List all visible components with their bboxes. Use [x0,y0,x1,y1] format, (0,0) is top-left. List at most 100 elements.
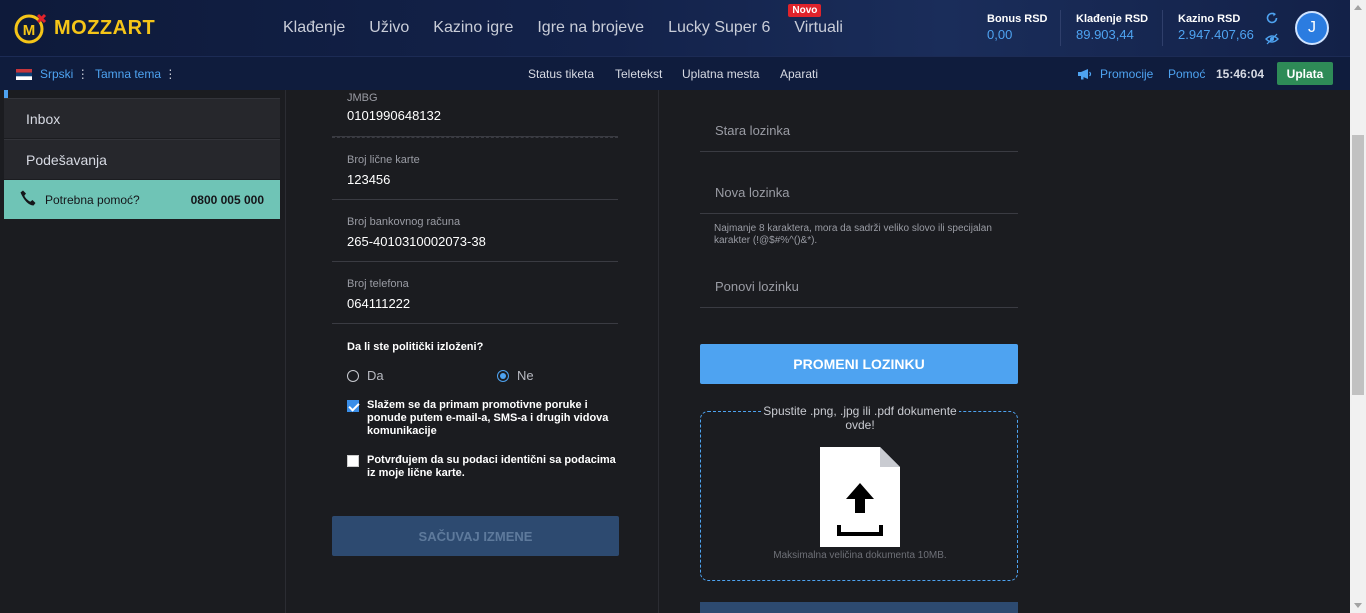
data-consent-row[interactable]: Potvrđujem da su podaci identični sa pod… [347,454,622,480]
scroll-thumb[interactable] [1352,135,1364,395]
nav-lucky-super-6[interactable]: Lucky Super 6 [668,19,770,37]
bonus-balance[interactable]: Bonus RSD 0,00 [987,13,1048,42]
data-consent-checkbox[interactable] [347,455,359,467]
link-teletekst[interactable]: Teletekst [615,67,662,81]
bank-account-field[interactable]: Broj bankovnog računa 265-4010310002073-… [332,216,618,262]
promotions-link[interactable]: Promocije [1100,67,1153,81]
logo-wordmark: MOZZART [54,16,156,39]
language-label: Srpski [40,67,74,81]
theme-label: Tamna tema [95,67,162,81]
radio-ne[interactable]: Ne [497,368,534,383]
svg-text:M: M [23,22,36,39]
upload-document-icon [820,447,900,552]
betting-balance-value: 89.903,44 [1076,27,1134,42]
account-sidebar: Inbox Podešavanja Potrebna pomoć? 0800 0… [0,90,285,613]
repeat-password-input[interactable] [700,279,1018,294]
promo-consent-checkbox[interactable] [347,400,359,412]
bank-account-value: 265-4010310002073-38 [347,234,486,249]
kebab-icon: ⋮ [76,67,89,81]
bank-account-label: Broj bankovnog računa [347,216,461,228]
nav-igre-na-brojeve[interactable]: Igre na brojeve [537,19,644,37]
link-status-tiketa[interactable]: Status tiketa [528,67,594,81]
language-selector[interactable]: Srpski ⋮ [40,67,89,81]
bonus-balance-value: 0,00 [987,27,1013,42]
phone-value: 064111222 [347,296,411,311]
dropzone-title: Spustite .png, .jpg ili .pdf dokumente o… [761,404,959,432]
link-uplatna-mesta[interactable]: Uplatna mesta [682,67,759,81]
casino-balance-label: Kazino RSD [1178,13,1241,25]
page-scrollbar[interactable] [1350,0,1366,613]
upload-button[interactable] [700,602,1018,613]
bonus-balance-label: Bonus RSD [987,13,1048,25]
eye-icon[interactable] [1265,32,1279,50]
data-consent-text: Potvrđujem da su podaci identični sa pod… [367,454,616,479]
deposit-button[interactable]: Uplata [1277,62,1333,85]
document-dropzone[interactable]: Spustite .png, .jpg ili .pdf dokumente o… [700,404,1018,581]
phone-field[interactable]: Broj telefona 064111222 [332,278,618,324]
help-label: Potrebna pomoć? [45,192,140,207]
phone-icon [19,189,37,210]
radio-ne-label: Ne [517,368,534,383]
id-card-label: Broj lične karte [347,154,420,166]
divider [1162,10,1163,46]
casino-balance[interactable]: Kazino RSD 2.947.407,66 [1178,13,1254,42]
right-empty-area [1065,90,1350,613]
divider [1060,10,1061,46]
repeat-password-field[interactable] [700,278,1018,308]
sub-header: Srpski ⋮ Tamna tema ⋮ Status tiketa Tele… [0,56,1350,90]
help-contact-box[interactable]: Potrebna pomoć? 0800 005 000 [4,180,280,219]
password-panel: Najmanje 8 karaktera, mora da sadrži vel… [660,90,1065,613]
nav-uzivo[interactable]: Uživo [369,19,409,37]
politics-question: Da li ste politički izloženi? [347,341,484,353]
new-badge: Novo [788,4,822,17]
id-card-field[interactable]: Broj lične karte 123456 [332,154,618,200]
nav-kazino-igre[interactable]: Kazino igre [433,19,513,37]
personal-data-panel: JMBG 0101990648132 Broj lične karte 1234… [285,90,659,613]
save-changes-button[interactable]: SAČUVAJ IZMENE [332,516,619,556]
nav-virtuali-label: Virtuali [794,19,843,36]
new-password-field[interactable] [700,184,1018,214]
radio-circle-selected [497,369,509,382]
radio-da-label: Da [367,368,384,383]
max-size-note: Maksimalna veličina dokumenta 10MB. [773,550,947,561]
promo-consent-text: Slažem se da primam promotivne poruke i … [367,399,609,437]
help-link[interactable]: Pomoć [1168,67,1205,81]
user-avatar[interactable]: J [1295,11,1329,45]
scroll-up-arrow-icon[interactable] [1354,5,1362,10]
jmbg-label: JMBG [347,92,378,104]
jmbg-value: 0101990648132 [347,108,441,123]
logo-mark-icon: M [14,12,48,44]
jmbg-field[interactable]: JMBG 0101990648132 [332,92,618,137]
old-password-input[interactable] [700,123,1018,138]
radio-da[interactable]: Da [347,368,384,383]
top-header: M MOZZART Klađenje Uživo Kazino igre Igr… [0,0,1350,56]
sidebar-item-podesavanja[interactable]: Podešavanja [4,139,280,179]
casino-balance-value: 2.947.407,66 [1178,27,1254,42]
betting-balance[interactable]: Klađenje RSD 89.903,44 [1076,13,1148,42]
password-hint: Najmanje 8 karaktera, mora da sadrži vel… [714,223,992,246]
phone-label: Broj telefona [347,278,409,290]
kebab-icon: ⋮ [164,67,177,81]
scroll-down-arrow-icon[interactable] [1354,603,1362,608]
betting-balance-label: Klađenje RSD [1076,13,1149,25]
old-password-field[interactable] [700,122,1018,152]
nav-virtuali[interactable]: Novo Virtuali [788,4,843,37]
active-indicator [4,90,8,98]
refresh-icon[interactable] [1265,11,1279,30]
sidebar-item-inbox[interactable]: Inbox [4,98,280,138]
id-card-value: 123456 [347,172,391,187]
new-password-input[interactable] [700,185,1018,200]
serbian-flag-icon [16,69,32,80]
help-phone: 0800 005 000 [190,192,264,207]
nav-kladjenje[interactable]: Klađenje [283,19,345,37]
megaphone-icon [1077,68,1093,83]
link-aparati[interactable]: Aparati [780,67,818,81]
theme-selector[interactable]: Tamna tema ⋮ [95,67,176,81]
clock: 15:46:04 [1216,67,1265,81]
divider [332,137,618,138]
mozzart-logo[interactable]: M MOZZART [14,12,155,44]
promo-consent-row[interactable]: Slažem se da primam promotivne poruke i … [347,399,622,438]
radio-circle [347,369,359,382]
main-nav: Klađenje Uživo Kazino igre Igre na broje… [283,0,867,56]
change-password-button[interactable]: PROMENI LOZINKU [700,344,1018,384]
